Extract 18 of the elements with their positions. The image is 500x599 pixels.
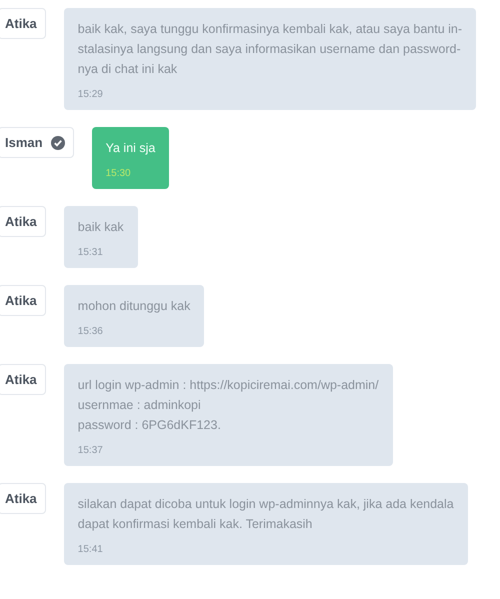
message-text: url login wp-admin : https://kopiciremai.com/wp-admin/ usernmae : adminkopi password : 6PG6dKF123.: [78, 377, 379, 434]
sender-name: Atika: [5, 16, 37, 31]
message-text: silakan dapat dicoba untuk login wp-adminnya kak, jika ada kendala dapat konfirmasi kembali kak. Terimakasih: [78, 496, 454, 533]
message-time: 15:37: [78, 445, 104, 456]
sender-name: Atika: [5, 293, 37, 308]
message-time: 15:30: [106, 168, 132, 179]
message-time: 15:36: [78, 326, 104, 337]
message-time: 15:41: [78, 544, 104, 555]
message-text: mohon ditunggu kak: [78, 298, 190, 315]
message-text: Ya ini sja: [106, 140, 156, 157]
message-text: baik kak, saya tunggu konfirmasinya kembali kak, atau saya bantu in- stalasinya langsung dan saya informasikan username dan password- nya di chat ini kak: [78, 21, 462, 78]
sender-name: Atika: [5, 214, 37, 229]
sender-name: Atika: [5, 372, 37, 387]
message-text: baik kak: [78, 219, 124, 236]
message-time: 15:31: [78, 247, 104, 258]
sender-name: Atika: [5, 491, 37, 506]
sender-name: Isman: [5, 135, 43, 150]
message-time: 15:29: [78, 89, 104, 100]
